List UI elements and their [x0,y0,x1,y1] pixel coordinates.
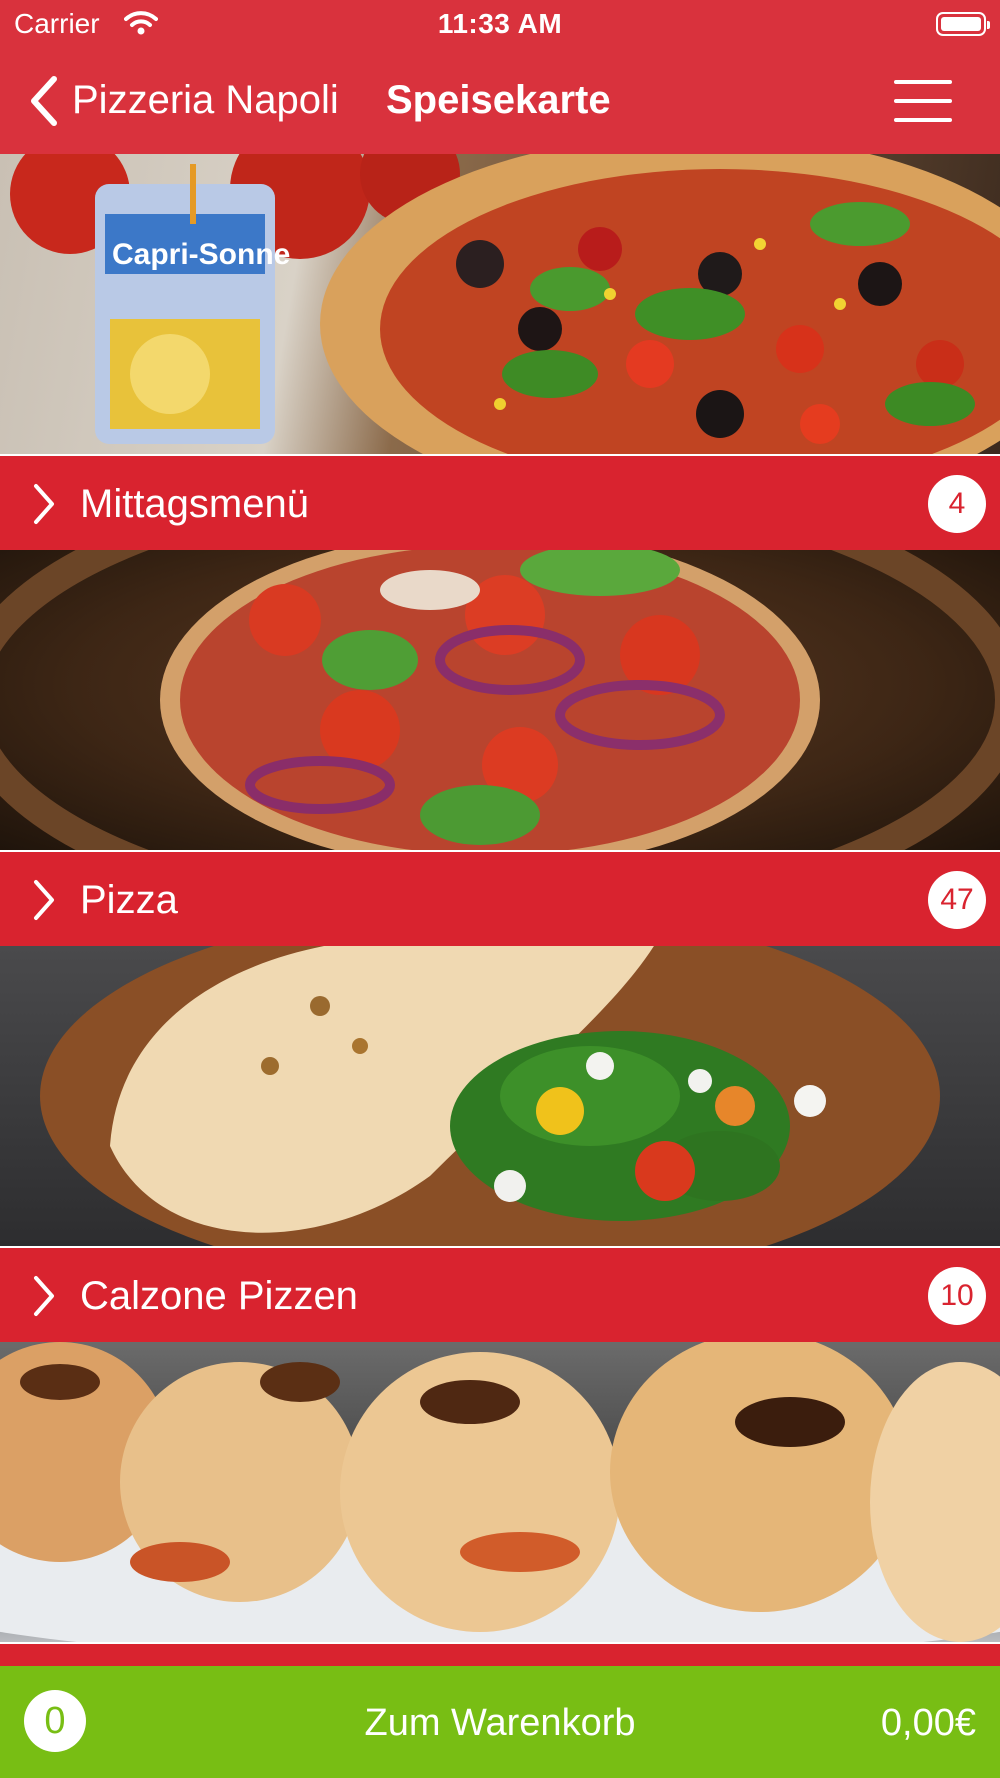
status-bar: Carrier 11:33 AM [0,0,1000,50]
chevron-left-icon[interactable] [26,75,60,127]
category-list: Capri-Sonne Mittagsmenü 4 Pizza 47 Calzo… [0,154,1000,1666]
svg-text:Capri-Sonne: Capri-Sonne [112,238,290,271]
navigation-bar: Pizzeria Napoli Speisekarte [0,50,1000,154]
chevron-right-icon [34,880,54,920]
category-bar[interactable]: Calzone Pizzen 10 [0,1246,1000,1342]
category-bar[interactable] [0,1642,1000,1666]
battery-icon [936,12,990,36]
status-time: 11:33 AM [437,8,563,39]
category-count-badge: 4 [928,475,986,533]
category-item[interactable]: Capri-Sonne Mittagsmenü 4 [0,154,1000,550]
category-label: Mittagsmenü [80,482,309,526]
category-bar[interactable]: Pizza 47 [0,850,1000,946]
category-item[interactable] [0,1342,1000,1666]
category-count-badge: 10 [928,1267,986,1325]
cart-bar[interactable]: 0 Zum Warenkorb 0,00€ [0,1666,1000,1778]
category-label: Pizza [80,878,178,922]
chevron-right-icon [34,1276,54,1316]
category-image-calzone [0,946,1000,1246]
back-button[interactable]: Pizzeria Napoli [72,78,339,123]
category-count-badge: 47 [928,871,986,929]
hamburger-icon[interactable] [894,80,952,122]
category-image-rolls [0,1342,1000,1642]
cart-total: 0,00€ [880,1702,976,1744]
page-title: Speisekarte [386,78,611,122]
category-item[interactable]: Calzone Pizzen 10 [0,946,1000,1342]
app-header: Carrier 11:33 AM Pizzeria Napoli Speisek… [0,0,1000,154]
category-image-pizza [0,550,1000,850]
category-label: Calzone Pizzen [80,1274,358,1318]
category-item[interactable]: Pizza 47 [0,550,1000,946]
chevron-right-icon [34,484,54,524]
category-image-lunch: Capri-Sonne [0,154,1000,454]
category-bar[interactable]: Mittagsmenü 4 [0,454,1000,550]
cart-button-label[interactable]: Zum Warenkorb [0,1702,1000,1745]
